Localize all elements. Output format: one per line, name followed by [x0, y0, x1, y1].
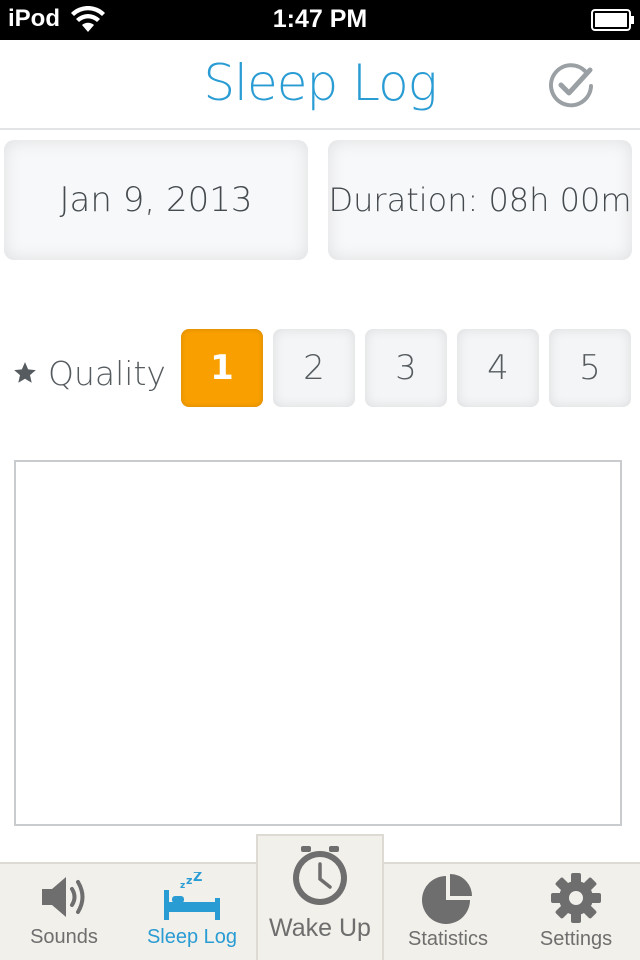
tab-wake-up[interactable]: Wake Up: [256, 842, 384, 960]
tab-statistics[interactable]: Statistics: [384, 866, 512, 960]
tab-sleep-log[interactable]: z z Z Sleep Log: [128, 866, 256, 960]
notes-input[interactable]: [14, 460, 622, 826]
alarm-clock-icon: [293, 846, 347, 905]
gear-icon: [551, 873, 601, 923]
nav-bar: Sleep Log: [0, 40, 640, 130]
pie-chart-icon: [422, 874, 472, 924]
svg-text:z: z: [180, 881, 185, 891]
checkmark-done-icon[interactable]: [546, 60, 596, 110]
tab-statistics-label: Statistics: [407, 928, 489, 950]
svg-text:Z: Z: [193, 872, 202, 885]
quality-option-4[interactable]: 4: [457, 329, 539, 407]
tab-wake-up-label: Wake Up: [269, 914, 371, 942]
tab-sounds[interactable]: Sounds: [0, 866, 128, 960]
speaker-icon: [42, 877, 85, 917]
date-button[interactable]: Jan 9, 2013: [4, 140, 308, 260]
battery-icon: [591, 9, 634, 31]
tab-settings[interactable]: Settings: [512, 866, 640, 960]
quality-option-2[interactable]: 2: [273, 329, 355, 407]
star-icon: [14, 362, 36, 383]
status-bar: iPod 1:47 PM: [0, 0, 640, 40]
tab-sleep-log-label: Sleep Log: [146, 926, 238, 948]
app-screen: iPod 1:47 PM Sleep Log Jan 9, 2013 Durat…: [0, 0, 640, 960]
quality-option-1[interactable]: 1: [181, 329, 263, 407]
tab-settings-label: Settings: [539, 928, 613, 950]
tab-sounds-label: Sounds: [30, 926, 98, 948]
quality-label: Quality: [12, 348, 166, 398]
bed-sleep-icon: z z Z: [164, 872, 220, 920]
quality-option-5[interactable]: 5: [549, 329, 631, 407]
quality-option-3[interactable]: 3: [365, 329, 447, 407]
duration-button[interactable]: Duration: 08h 00m: [328, 140, 632, 260]
page-title: Sleep Log: [203, 54, 437, 112]
quality-label-text: Quality: [48, 353, 166, 393]
status-time: 1:47 PM: [272, 5, 368, 33]
svg-text:z: z: [186, 874, 192, 887]
